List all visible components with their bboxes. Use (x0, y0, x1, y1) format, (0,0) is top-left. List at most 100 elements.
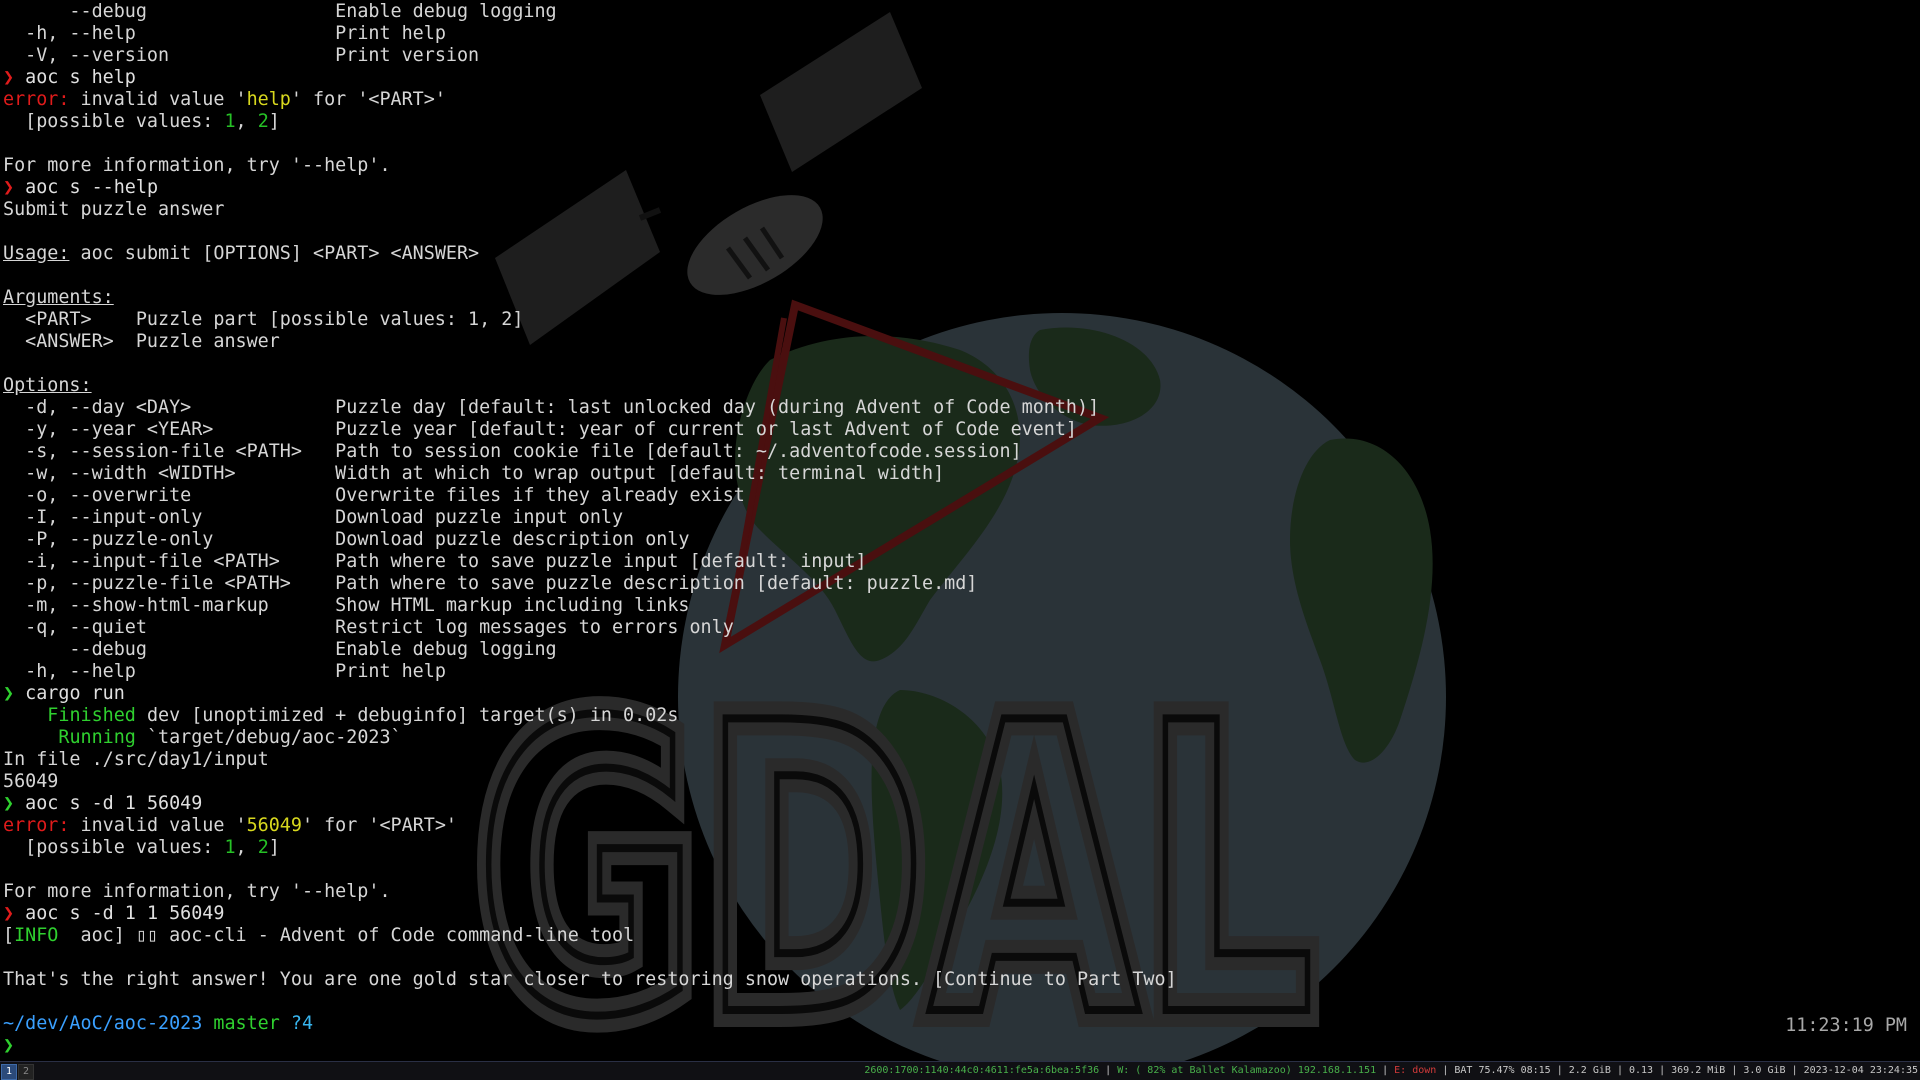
option-flag: -m, --show-html-markup (3, 595, 336, 616)
option-description: Puzzle year [default: year of current or… (335, 419, 1078, 440)
error-text: ' for '<PART>' (301, 815, 457, 836)
output-text: That's the right answer! You are one gol… (3, 969, 1177, 990)
terminal-line: -w, --width <WIDTH> Width at which to wr… (3, 463, 1917, 485)
possible-values-text: ] (268, 111, 280, 132)
status-ethernet: E: down (1394, 1065, 1437, 1076)
option-description: Show HTML markup including links (335, 595, 690, 616)
log-module: aoc (69, 925, 114, 946)
command-text: aoc s -d 1 1 56049 (14, 903, 225, 924)
cargo-message: `target/debug/aoc-2023` (135, 727, 402, 748)
terminal-line: [possible values: 1, 2] (3, 837, 1917, 859)
option-flag: -y, --year <YEAR> (3, 419, 336, 440)
terminal-line: error: invalid value '56049' for '<PART>… (3, 815, 1917, 837)
status-battery: BAT 75.47% 08:15 (1454, 1065, 1551, 1076)
terminal-line: ❯ (3, 1035, 1917, 1057)
terminal-line: -p, --puzzle-file <PATH> Path where to s… (3, 573, 1917, 595)
possible-value: 2 (257, 837, 269, 858)
terminal-line: In file ./src/day1/input (3, 749, 1917, 771)
workspace-1-button[interactable]: 1 (1, 1064, 17, 1080)
terminal-line: error: invalid value 'help' for '<PART>' (3, 89, 1917, 111)
terminal-line: ❯ aoc s help (3, 67, 1917, 89)
option-flag: -h, --help (3, 23, 336, 44)
terminal-line: -I, --input-only Download puzzle input o… (3, 507, 1917, 529)
option-flag: --debug (3, 639, 336, 660)
cargo-message: dev [unoptimized + debuginfo] target(s) … (135, 705, 679, 726)
section-heading: Usage: (3, 243, 70, 264)
option-description: Overwrite files if they already exist (335, 485, 745, 506)
terminal-line: Submit puzzle answer (3, 199, 1917, 221)
option-description: Print version (335, 45, 480, 66)
output-text: In file ./src/day1/input (3, 749, 269, 770)
option-flag: -h, --help (3, 661, 336, 682)
terminal-line: -m, --show-html-markup Show HTML markup … (3, 595, 1917, 617)
output-text: <ANSWER> Puzzle answer (3, 331, 280, 352)
error-value: help (246, 89, 291, 110)
workspace-2-button[interactable]: 2 (18, 1064, 34, 1080)
terminal-line: Options: (3, 375, 1917, 397)
option-description: Enable debug logging (335, 639, 557, 660)
git-branch: master (202, 1013, 280, 1034)
option-description: Download puzzle description only (335, 529, 690, 550)
terminal-line: -h, --help Print help (3, 661, 1917, 683)
output-text: For more information, try '--help'. (3, 155, 391, 176)
terminal-line: -d, --day <DAY> Puzzle day [default: las… (3, 397, 1917, 419)
terminal-line: [possible values: 1, 2] (3, 111, 1917, 133)
option-description: Print help (335, 661, 446, 682)
prompt-clock: 11:23:19 PM (1785, 1015, 1907, 1036)
terminal-line: ❯ aoc s -d 1 56049 (3, 793, 1917, 815)
prompt-symbol: ❯ (3, 177, 15, 198)
log-bracket: [ (3, 925, 15, 946)
git-status: ?4 (279, 1013, 314, 1034)
terminal-line: -P, --puzzle-only Download puzzle descri… (3, 529, 1917, 551)
desktop-screen: GDAL GDAL --debug Enable debug logging -… (0, 0, 1920, 1080)
terminal-window[interactable]: --debug Enable debug logging -h, --help … (3, 1, 1917, 1061)
terminal-line: <PART> Puzzle part [possible values: 1, … (3, 309, 1917, 331)
terminal-line: 56049 (3, 771, 1917, 793)
terminal-line: ❯ aoc s --help (3, 177, 1917, 199)
option-flag: -d, --day <DAY> (3, 397, 336, 418)
separator: , (235, 111, 258, 132)
error-label: error: (3, 89, 70, 110)
separator: , (235, 837, 258, 858)
terminal-line: <ANSWER> Puzzle answer (3, 331, 1917, 353)
terminal-line: That's the right answer! You are one gol… (3, 969, 1917, 991)
status-info: 2600:1700:1140:44c0:4611:fe5a:6bea:5f36 … (864, 1065, 1918, 1076)
option-description: Width at which to wrap output [default: … (335, 463, 945, 484)
cargo-status: Finished (47, 705, 136, 726)
status-wifi: W: ( 82% at Ballet Kalamazoo) 192.168.1.… (1117, 1065, 1377, 1076)
terminal-line: [INFO aoc] ▯▯ aoc-cli - Advent of Code c… (3, 925, 1917, 947)
log-bracket: ] (113, 925, 125, 946)
status-ipv6: 2600:1700:1140:44c0:4611:fe5a:6bea:5f36 (864, 1065, 1100, 1076)
option-description: Puzzle day [default: last unlocked day (… (335, 397, 1100, 418)
status-disk: 2.2 GiB (1568, 1065, 1611, 1076)
option-flag: -I, --input-only (3, 507, 336, 528)
error-text: ' for '<PART>' (290, 89, 446, 110)
option-flag: -q, --quiet (3, 617, 336, 638)
terminal-line: ❯ cargo run (3, 683, 1917, 705)
terminal-line: -i, --input-file <PATH> Path where to sa… (3, 551, 1917, 573)
option-description: Path to session cookie file [default: ~/… (335, 441, 1022, 462)
possible-value: 2 (257, 111, 269, 132)
terminal-line: ❯ aoc s -d 1 1 56049 (3, 903, 1917, 925)
prompt-symbol: ❯ (3, 683, 15, 704)
error-text: invalid value ' (69, 815, 247, 836)
cargo-status: Running (58, 727, 136, 748)
possible-values-text: [possible values: (3, 111, 225, 132)
option-description: Download puzzle input only (335, 507, 624, 528)
option-description: Path where to save puzzle input [default… (335, 551, 867, 572)
option-description: Restrict log messages to errors only (335, 617, 734, 638)
status-bar: 1 2 2600:1700:1140:44c0:4611:fe5a:6bea:5… (0, 1061, 1920, 1080)
log-message: ▯▯ aoc-cli - Advent of Code command-line… (124, 925, 635, 946)
prompt-path: ~/dev/AoC/ (3, 1013, 114, 1034)
terminal-line: For more information, try '--help'. (3, 155, 1917, 177)
output-text: 56049 (3, 771, 59, 792)
option-flag: -w, --width <WIDTH> (3, 463, 336, 484)
terminal-line: Usage: aoc submit [OPTIONS] <PART> <ANSW… (3, 243, 1917, 265)
output-text: Submit puzzle answer (3, 199, 225, 220)
option-description: Print help (335, 23, 446, 44)
prompt-symbol: ❯ (3, 903, 15, 924)
